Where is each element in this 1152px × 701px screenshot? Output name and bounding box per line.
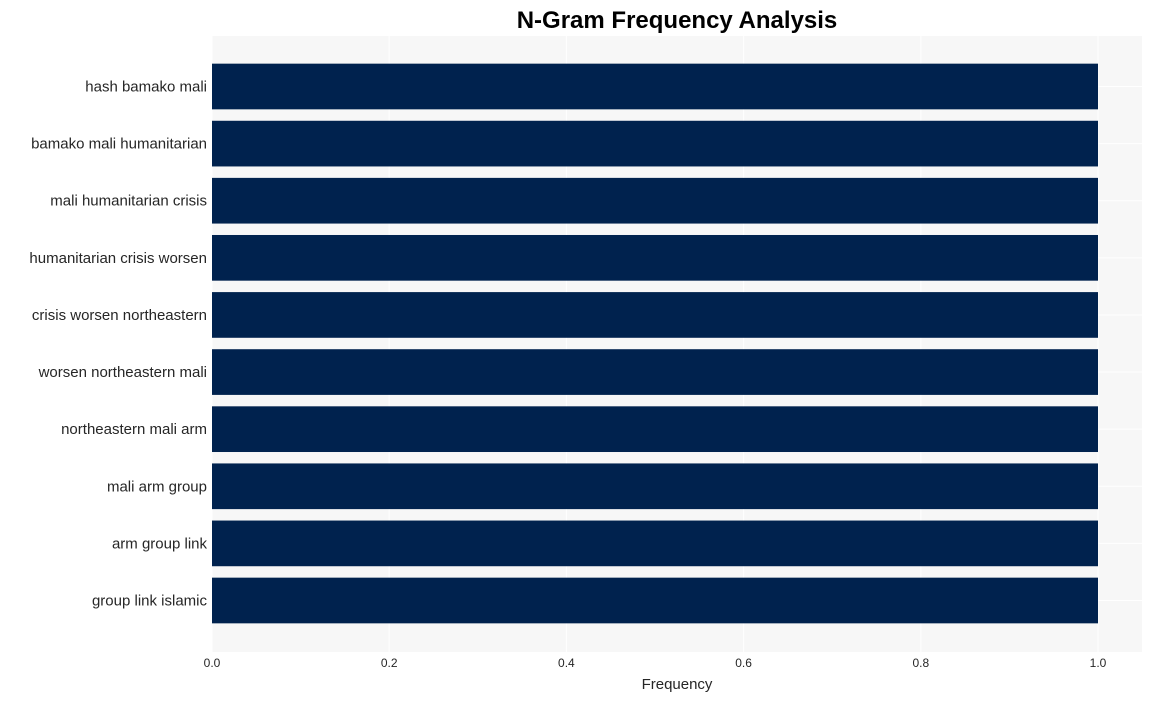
x-tick-label: 1.0 [1090, 656, 1107, 670]
y-tick-labels: hash bamako mali bamako mali humanitarian… [29, 79, 207, 610]
bar [212, 463, 1098, 510]
x-tick-labels: 0.0 0.2 0.4 0.6 0.8 1.0 [204, 656, 1107, 670]
ngram-bar-chart: N-Gram Frequency Analysis hash bamako ma… [29, 7, 1142, 693]
y-tick-label: worsen northeastern mali [38, 364, 207, 381]
bar [212, 120, 1098, 167]
bar [212, 406, 1098, 453]
bar [212, 520, 1098, 567]
x-tick-label: 0.6 [735, 656, 752, 670]
y-tick-label: mali humanitarian crisis [50, 193, 207, 210]
y-tick-label: northeastern mali arm [61, 421, 207, 438]
bar [212, 234, 1098, 281]
y-tick-label: hash bamako mali [85, 79, 207, 96]
bar [212, 177, 1098, 224]
bar [212, 577, 1098, 624]
x-tick-label: 0.2 [381, 656, 398, 670]
y-tick-label: mali arm group [107, 478, 207, 495]
x-axis-label: Frequency [642, 676, 713, 693]
x-tick-label: 0.4 [558, 656, 575, 670]
chart-title: N-Gram Frequency Analysis [517, 7, 838, 34]
bar [212, 63, 1098, 110]
x-tick-label: 0.8 [912, 656, 929, 670]
x-tick-label: 0.0 [204, 656, 221, 670]
bar [212, 349, 1098, 395]
y-tick-label: group link islamic [92, 593, 208, 610]
y-tick-label: bamako mali humanitarian [31, 136, 207, 153]
y-tick-label: humanitarian crisis worsen [29, 250, 207, 267]
bar [212, 292, 1098, 338]
y-tick-label: arm group link [112, 535, 208, 552]
y-tick-label: crisis worsen northeastern [32, 307, 207, 324]
